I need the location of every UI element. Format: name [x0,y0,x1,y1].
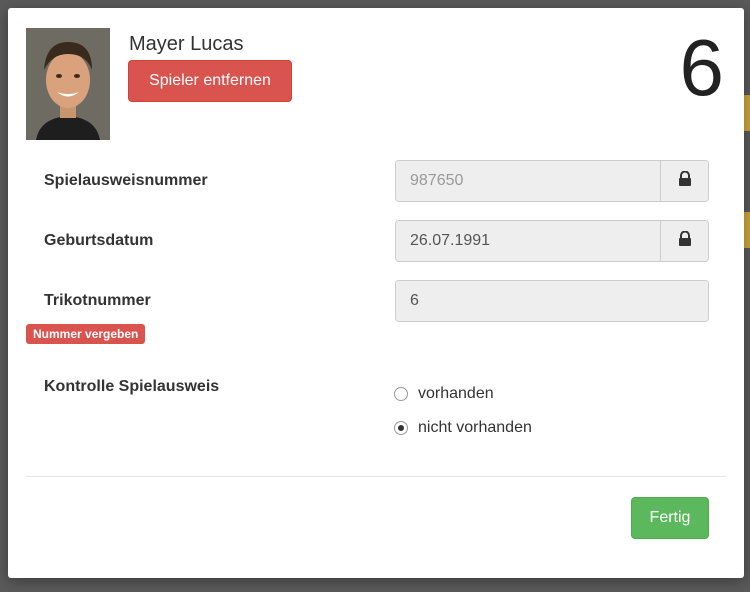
birthdate-lock[interactable] [660,221,708,261]
done-button[interactable]: Fertig [631,497,709,539]
radio-vorhanden[interactable]: vorhanden [394,385,494,403]
pass-number-lock[interactable] [660,161,708,201]
radio-button[interactable] [394,387,408,401]
remove-player-button[interactable]: Spieler entfernen [128,60,292,102]
player-modal: Mayer Lucas Spieler entfernen 6 Spielaus… [8,8,744,578]
pass-number-field[interactable]: 987650 [396,161,660,201]
birthdate-label: Geburtsdatum [44,232,154,249]
backdrop-strip [744,95,750,131]
backdrop-strip [744,212,750,248]
jersey-number-display: 6 [679,23,725,112]
radio-nicht-vorhanden[interactable]: nicht vorhanden [394,419,532,437]
radio-label: vorhanden [418,385,494,402]
jersey-group: 6 [395,280,709,322]
modal-footer-divider [26,476,726,477]
jersey-field[interactable]: 6 [396,281,708,321]
birthdate-group: 26.07.1991 [395,220,709,262]
pass-check-label: Kontrolle Spielausweis [44,378,220,395]
player-name: Mayer Lucas [129,33,244,55]
radio-label: nicht vorhanden [418,419,532,436]
pass-number-group: 987650 [395,160,709,202]
avatar [26,28,110,140]
number-taken-badge: Nummer vergeben [26,324,146,344]
radio-button[interactable] [394,421,408,435]
jersey-label: Trikotnummer [44,292,151,309]
lock-icon [678,230,692,252]
birthdate-field[interactable]: 26.07.1991 [396,221,660,261]
lock-icon [678,170,692,192]
pass-number-label: Spielausweisnummer [44,172,208,189]
